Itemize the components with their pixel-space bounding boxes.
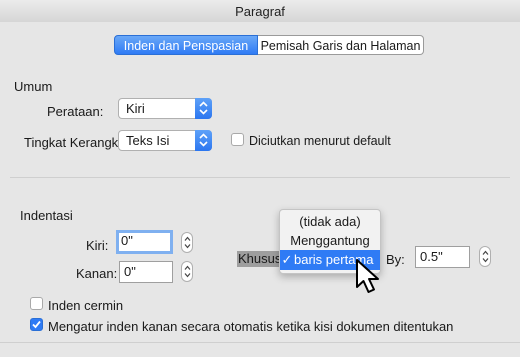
collapsed-checkbox[interactable] — [231, 133, 244, 146]
menu-item-none[interactable]: (tidak ada) — [280, 212, 380, 232]
mirror-indents-checkbox[interactable] — [30, 297, 43, 310]
stepper-arrows-icon — [482, 250, 489, 263]
alignment-label: Perataan: — [47, 104, 104, 119]
alignment-value: Kiri — [126, 101, 145, 116]
left-indent-field[interactable]: 0" — [116, 230, 173, 254]
checkmark-icon: ✓ — [281, 252, 293, 267]
select-arrows-icon — [195, 130, 212, 151]
left-indent-label: Kiri: — [86, 238, 109, 253]
bottom-divider — [0, 342, 520, 343]
outline-level-label: Tingkat Kerangka: — [24, 135, 130, 150]
indentation-heading: Indentasi — [20, 208, 73, 223]
select-arrows-icon — [195, 98, 212, 119]
right-indent-stepper[interactable] — [181, 261, 193, 282]
tab-line-page-breaks[interactable]: Pemisah Garis dan Halaman — [258, 35, 424, 55]
by-stepper[interactable] — [479, 246, 491, 267]
by-label: By: — [386, 252, 405, 267]
stepper-arrows-icon — [184, 236, 191, 249]
general-heading: Umum — [14, 79, 53, 94]
left-indent-stepper[interactable] — [181, 232, 193, 253]
checkmark-icon — [32, 320, 41, 329]
window-title: Paragraf — [235, 4, 285, 19]
outline-level-value: Teks Isi — [126, 133, 170, 148]
mouse-pointer-icon — [356, 259, 379, 293]
right-indent-field[interactable]: 0" — [119, 261, 173, 283]
outline-level-select[interactable]: Teks Isi — [118, 130, 212, 151]
tab-indents-spacing[interactable]: Inden dan Penspasian — [114, 35, 258, 55]
collapsed-label: Diciutkan menurut default — [249, 134, 391, 148]
section-divider — [10, 177, 510, 178]
mirror-indents-label: Inden cermin — [48, 298, 124, 313]
by-field[interactable]: 0.5" — [415, 246, 470, 268]
auto-adjust-label: Mengatur inden kanan secara otomatis ket… — [48, 319, 454, 334]
auto-adjust-checkbox[interactable] — [30, 318, 43, 331]
right-indent-label: Kanan: — [76, 266, 118, 281]
menu-item-hanging[interactable]: Menggantung — [280, 231, 380, 251]
stepper-arrows-icon — [184, 265, 191, 278]
alignment-select[interactable]: Kiri — [118, 98, 212, 119]
